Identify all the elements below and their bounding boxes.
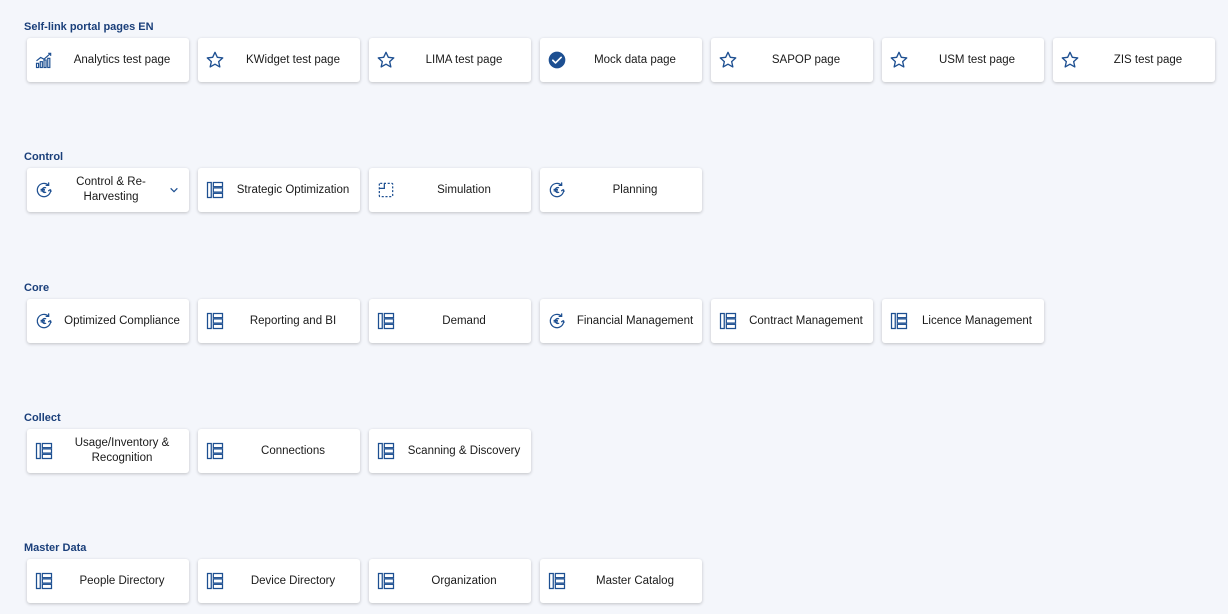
tile-row: People Directory Device Directory Organiza…	[27, 559, 702, 603]
tile-people-directory[interactable]: People Directory	[27, 559, 189, 603]
tile-control-re-harvesting[interactable]: Control & Re-Harvesting	[27, 168, 189, 212]
tile-label: Strategic Optimization	[236, 183, 350, 196]
tile-analytics-test-page[interactable]: Analytics test page	[27, 38, 189, 82]
tile-label: Master Catalog	[596, 574, 674, 587]
tile-label: Usage/Inventory & Recognition	[74, 437, 170, 464]
tile-row: Usage/Inventory & Recognition Connections…	[27, 429, 531, 473]
euro-cycle-icon	[546, 310, 568, 332]
tile-label: Financial Management	[576, 314, 694, 327]
tile-mock-data-page[interactable]: Mock data page	[540, 38, 702, 82]
star-icon	[375, 49, 397, 71]
list-panel-icon	[375, 310, 397, 332]
tile-organization[interactable]: Organization	[369, 559, 531, 603]
tile-row: Analytics test page KWidget test page LIMA…	[27, 38, 1215, 82]
tile-row: Control & Re-Harvesting Strategic Optimiz…	[27, 168, 702, 212]
tile-usage-inventory-recognition[interactable]: Usage/Inventory & Recognition	[27, 429, 189, 473]
tile-connections[interactable]: Connections	[198, 429, 360, 473]
section-core: Core Optimized Compliance Reporting and BI…	[24, 281, 1044, 343]
tile-label: Device Directory	[250, 574, 336, 587]
tile-label: USM test page	[938, 53, 1016, 66]
tile-label: LIMA test page	[425, 53, 503, 66]
list-panel-icon	[204, 179, 226, 201]
tile-financial-management[interactable]: Financial Management	[540, 299, 702, 343]
tile-contract-management[interactable]: Contract Management	[711, 299, 873, 343]
tile-label: Contract Management	[749, 314, 863, 327]
tile-label: Scanning & Discovery	[407, 444, 521, 457]
section-control: Control Control & Re-Harvesting Strategic …	[24, 150, 702, 212]
tile-demand[interactable]: Demand	[369, 299, 531, 343]
star-icon	[717, 49, 739, 71]
tile-usm-test-page[interactable]: USM test page	[882, 38, 1044, 82]
euro-cycle-icon	[546, 179, 568, 201]
tile-label: Control & Re-Harvesting	[76, 176, 146, 203]
tile-label: Planning	[612, 183, 658, 196]
tile-label: Reporting and BI	[249, 314, 337, 327]
section-master-data: Master Data People Directory Device Direct…	[24, 541, 702, 603]
section-self-link-portal-pages-en: Self-link portal pages EN Analytics test …	[24, 20, 1215, 82]
tile-row: Optimized Compliance Reporting and BI Dema…	[27, 299, 1044, 343]
star-icon	[204, 49, 226, 71]
dashed-square-icon	[375, 179, 397, 201]
list-panel-icon	[375, 440, 397, 462]
tile-label: KWidget test page	[246, 53, 340, 66]
section-title: Core	[24, 282, 50, 294]
tile-sapop-page[interactable]: SAPOP page	[711, 38, 873, 82]
tile-label: People Directory	[79, 574, 165, 587]
section-title: Collect	[24, 412, 61, 424]
list-panel-icon	[33, 570, 55, 592]
list-panel-icon	[204, 570, 226, 592]
list-panel-icon	[546, 570, 568, 592]
tile-optimized-compliance[interactable]: Optimized Compliance	[27, 299, 189, 343]
list-panel-icon	[33, 440, 55, 462]
tile-label: SAPOP page	[771, 53, 841, 66]
tile-reporting-and-bi[interactable]: Reporting and BI	[198, 299, 360, 343]
list-panel-icon	[204, 310, 226, 332]
tile-zis-test-page[interactable]: ZIS test page	[1053, 38, 1215, 82]
tile-label: Demand	[442, 314, 486, 327]
section-title: Master Data	[24, 542, 87, 554]
tile-simulation[interactable]: Simulation	[369, 168, 531, 212]
list-panel-icon	[204, 440, 226, 462]
tile-label: ZIS test page	[1113, 53, 1183, 66]
section-title: Control	[24, 151, 64, 163]
list-panel-icon	[888, 310, 910, 332]
tile-label: Organization	[431, 574, 497, 587]
tile-label: Licence Management	[922, 314, 1032, 327]
tile-kwidget-test-page[interactable]: KWidget test page	[198, 38, 360, 82]
tile-label: Analytics test page	[73, 53, 171, 66]
euro-cycle-icon	[33, 179, 55, 201]
tile-label: Mock data page	[594, 53, 676, 66]
chevron-down-icon[interactable]	[167, 185, 181, 195]
section-title: Self-link portal pages EN	[24, 21, 154, 33]
tile-planning[interactable]: Planning	[540, 168, 702, 212]
star-icon	[888, 49, 910, 71]
tile-master-catalog[interactable]: Master Catalog	[540, 559, 702, 603]
star-icon	[1059, 49, 1081, 71]
tile-scanning-discovery[interactable]: Scanning & Discovery	[369, 429, 531, 473]
tile-lima-test-page[interactable]: LIMA test page	[369, 38, 531, 82]
tile-device-directory[interactable]: Device Directory	[198, 559, 360, 603]
tile-strategic-optimization[interactable]: Strategic Optimization	[198, 168, 360, 212]
tile-label: Optimized Compliance	[64, 314, 180, 327]
tile-licence-management[interactable]: Licence Management	[882, 299, 1044, 343]
section-collect: Collect Usage/Inventory & Recognition Conn…	[24, 411, 531, 473]
check-circle-icon	[546, 49, 568, 71]
tile-label: Simulation	[437, 183, 491, 196]
tile-label: Connections	[261, 444, 325, 457]
analytics-chart-icon	[33, 49, 55, 71]
list-panel-icon	[375, 570, 397, 592]
list-panel-icon	[717, 310, 739, 332]
euro-cycle-icon	[33, 310, 55, 332]
